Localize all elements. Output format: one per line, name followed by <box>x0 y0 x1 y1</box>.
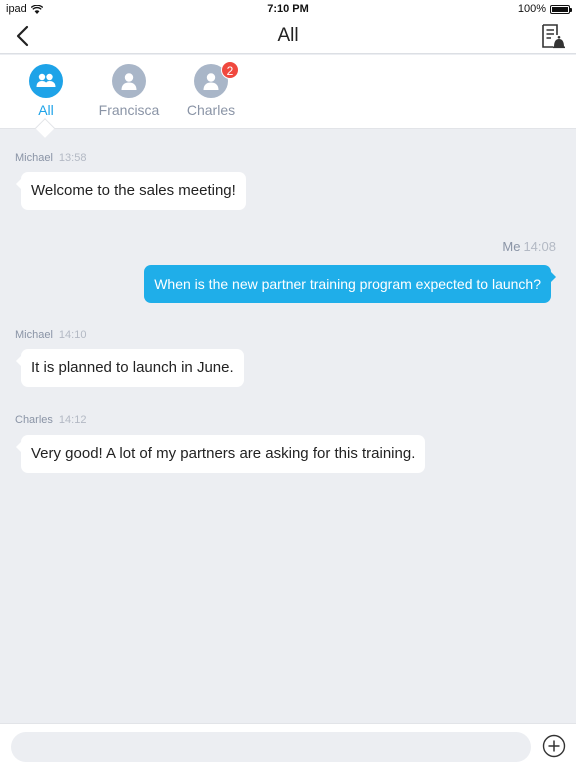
message-bubble[interactable]: When is the new partner training program… <box>144 265 556 303</box>
participant-tabs: All Francisca 2 Charles <box>0 55 576 129</box>
message-list[interactable]: Michael 13:58 Welcome to the sales meetin… <box>0 129 576 723</box>
chevron-left-icon[interactable] <box>12 24 36 48</box>
person-icon: 2 <box>194 61 239 98</box>
status-right: 100% <box>517 3 572 15</box>
tab-label: All <box>38 102 54 118</box>
person-icon <box>112 64 146 98</box>
battery-percent: 100% <box>517 3 546 15</box>
group-icon <box>29 64 63 98</box>
message-time: 14:08 <box>523 239 556 254</box>
sender-name: Charles <box>15 414 53 426</box>
tab-charles[interactable]: 2 Charles <box>166 61 256 118</box>
tab-label: Charles <box>186 102 236 118</box>
sender-name: Me <box>502 239 521 254</box>
plus-circle-icon[interactable] <box>542 734 566 758</box>
tab-all[interactable]: All <box>1 64 91 118</box>
status-bar: ipad 7:10 PM 100% <box>0 0 576 18</box>
message-meta: Charles 14:12 <box>15 414 86 426</box>
tab-label: Francisca <box>98 102 160 118</box>
message-meta: Me 14:08 <box>502 239 556 254</box>
message-meta: Michael 13:58 <box>15 152 86 164</box>
document-icon[interactable] <box>538 22 566 50</box>
page-title: All <box>277 25 299 46</box>
status-time: 7:10 PM <box>267 3 309 15</box>
message-bubble[interactable]: Very good! A lot of my partners are aski… <box>15 435 426 473</box>
message-time: 14:12 <box>58 414 87 426</box>
nav-bar: All <box>0 18 576 54</box>
sender-name: Michael <box>15 152 53 164</box>
message-time: 13:58 <box>58 152 87 164</box>
unread-badge: 2 <box>221 61 239 79</box>
tab-francisca[interactable]: Francisca <box>84 64 174 118</box>
message-time: 14:10 <box>58 329 87 341</box>
composer-bar <box>0 723 576 768</box>
message-bubble[interactable]: Welcome to the sales meeting! <box>16 172 246 210</box>
message-meta: Michael 14:10 <box>15 329 86 341</box>
sender-name: Michael <box>15 329 53 341</box>
message-bubble[interactable]: It is planned to launch in June. <box>16 349 244 387</box>
message-input[interactable] <box>11 732 531 762</box>
battery-icon <box>550 4 572 14</box>
